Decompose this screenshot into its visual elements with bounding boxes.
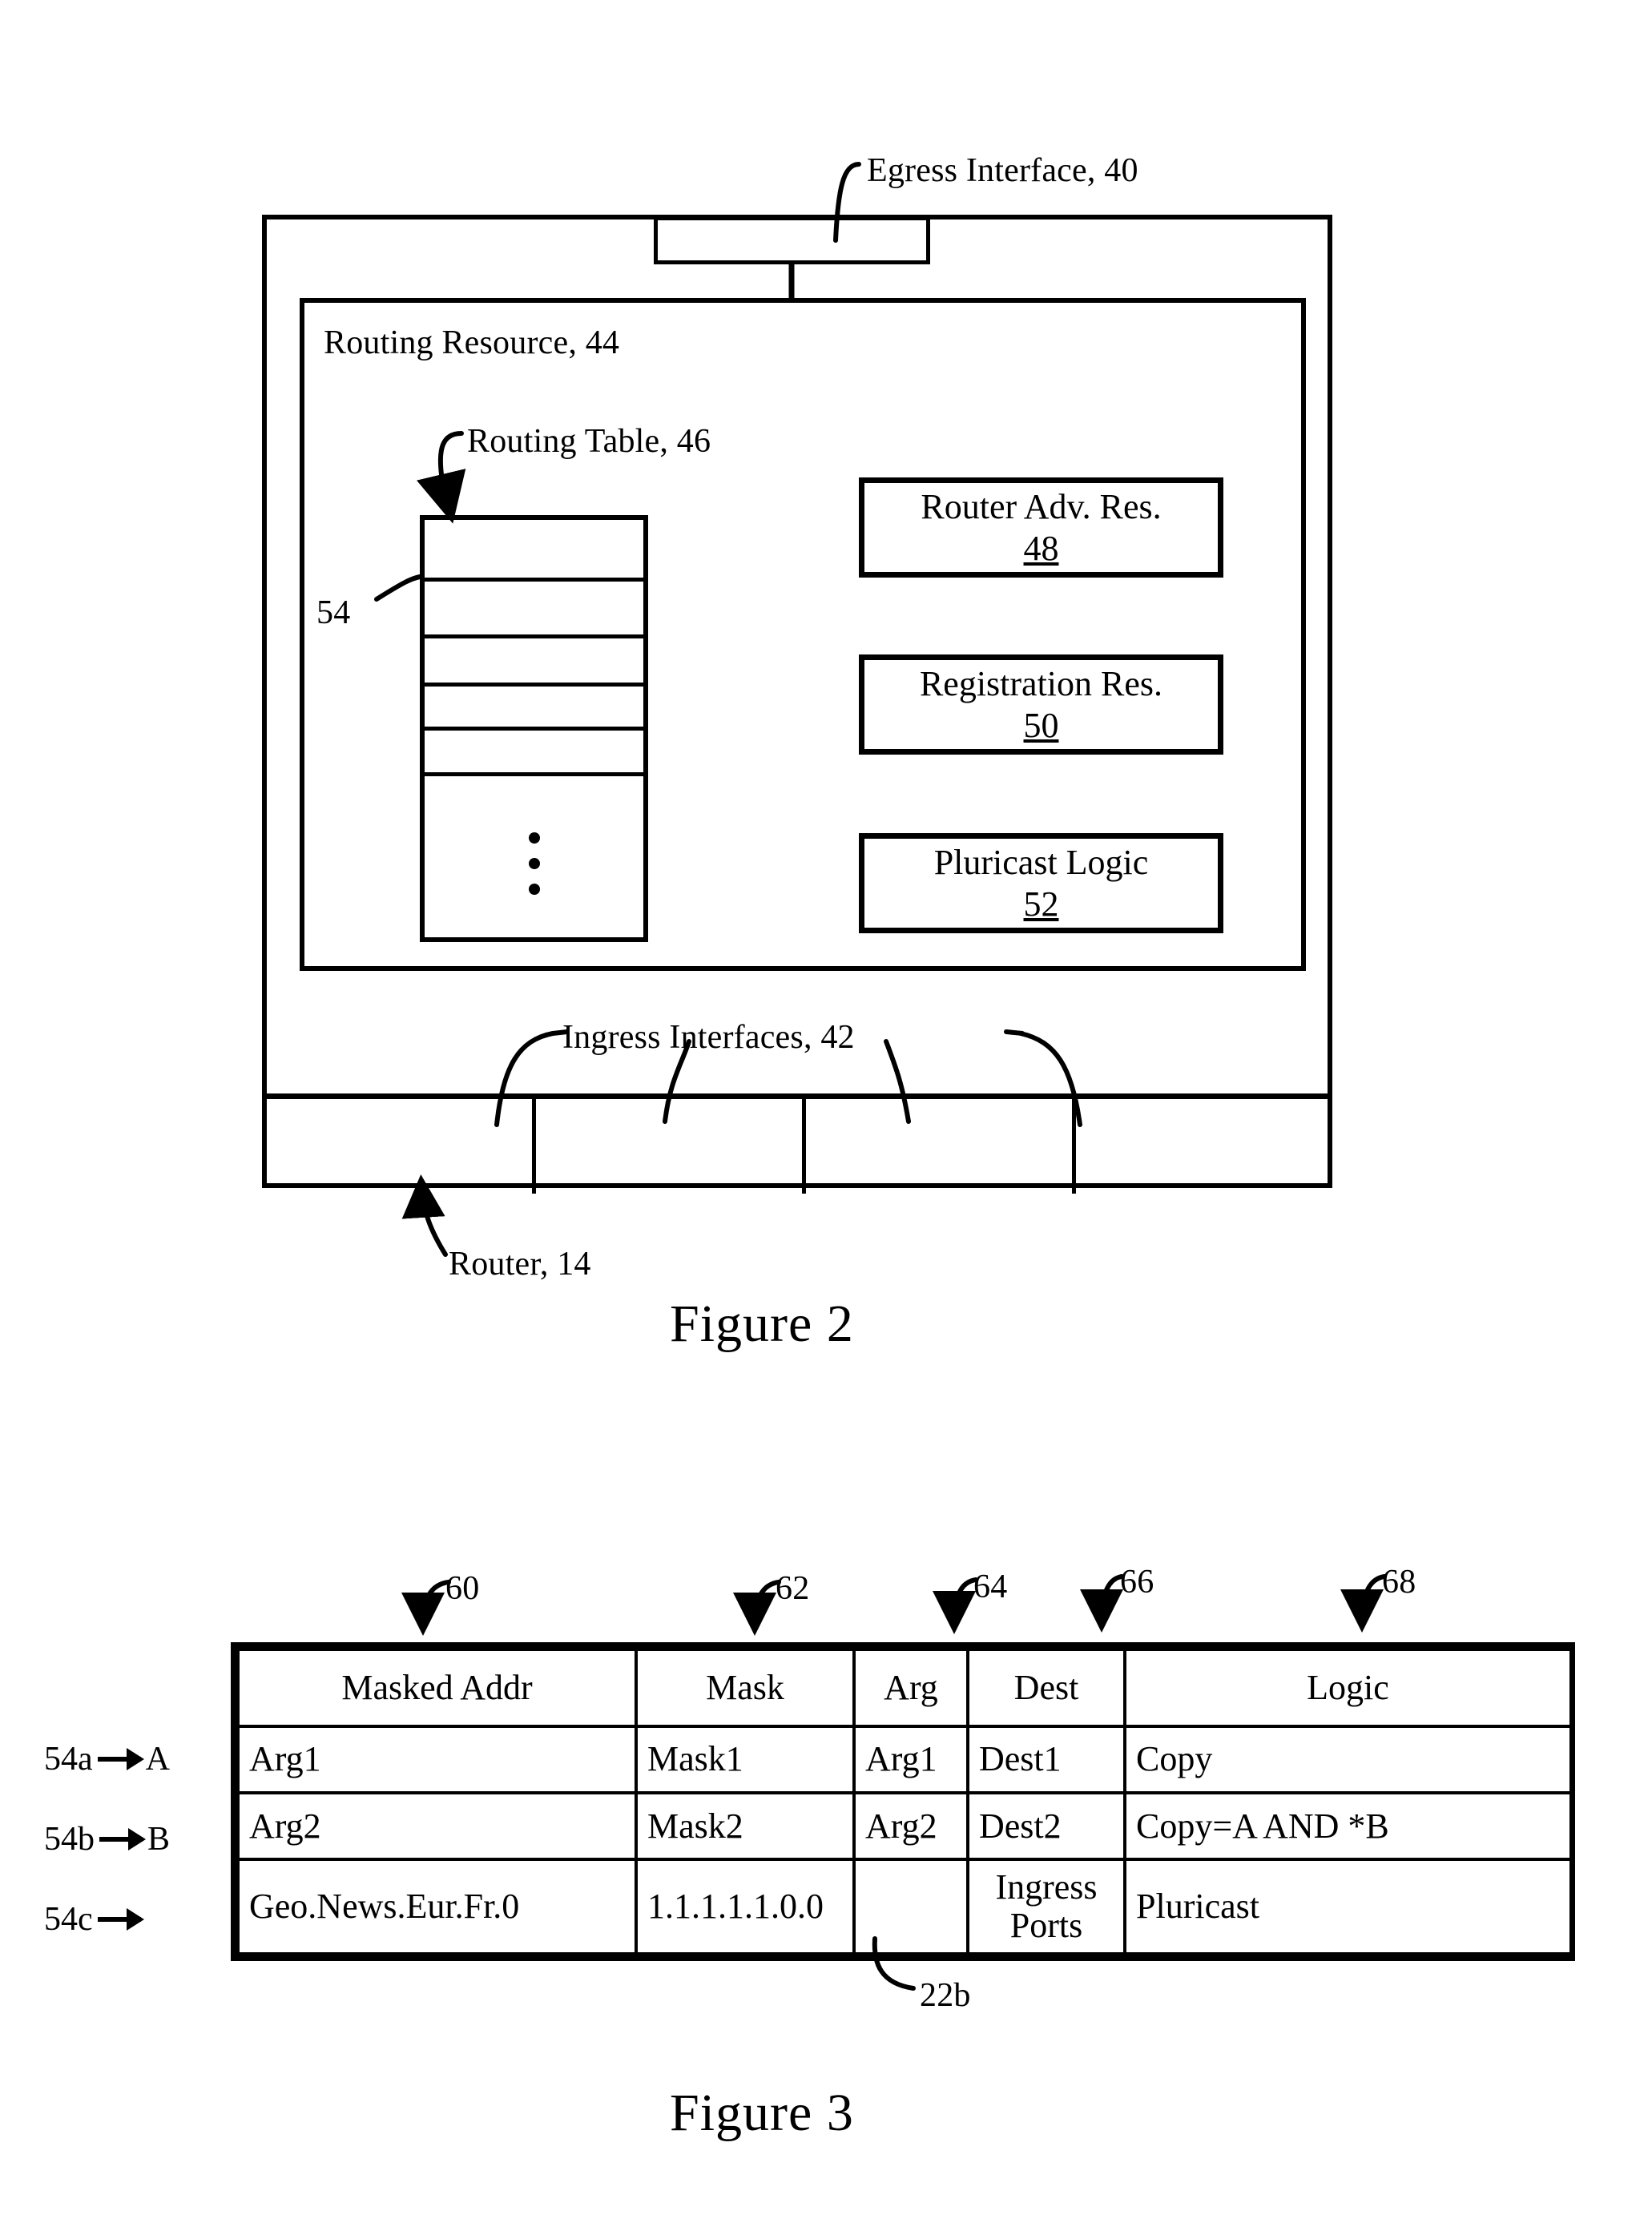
routing-entry-table: Masked Addr Mask Arg Dest Logic Arg1 Mas… <box>236 1648 1573 1955</box>
ingress-port-separator <box>802 1099 806 1194</box>
cell-mask: Mask2 <box>635 1791 856 1862</box>
table-header-row: Masked Addr Mask Arg Dest Logic <box>236 1648 1573 1728</box>
column-header-masked-addr: Masked Addr <box>236 1648 638 1728</box>
cell-logic: Copy <box>1123 1724 1573 1795</box>
routing-table-divider <box>425 578 643 582</box>
egress-interface-box <box>654 216 930 264</box>
routing-table-divider <box>425 634 643 638</box>
row-callout-54b-ref: 54b <box>44 1821 95 1858</box>
row-callout-54b: 54b B <box>44 1820 170 1859</box>
cell-mask: Mask1 <box>635 1724 856 1795</box>
row-callout-54a-letter: A <box>145 1741 170 1778</box>
column-header-dest: Dest <box>966 1648 1126 1728</box>
row-callout-54a: 54a A <box>44 1740 170 1778</box>
router-adv-res-label: Router Adv. Res. <box>921 486 1162 526</box>
cell-arg: Arg2 <box>852 1791 969 1862</box>
column-callout-66: 66 <box>1120 1564 1154 1601</box>
cell-masked-addr: Geo.News.Eur.Fr.0 <box>236 1858 638 1955</box>
column-callout-68: 68 <box>1382 1564 1416 1601</box>
table-row: Arg2 Mask2 Arg2 Dest2 Copy=A AND *B <box>236 1791 1573 1862</box>
routing-table-callout-label: Routing Table, 46 <box>467 423 711 460</box>
routing-resource-label: Routing Resource, 44 <box>324 324 620 361</box>
callout-64-arrow <box>933 1577 978 1634</box>
right-arrow-icon <box>97 1748 144 1770</box>
cell-logic: Pluricast <box>1123 1858 1573 1955</box>
figure-2-caption: Figure 2 <box>670 1295 854 1353</box>
table-callout-22b: 22b <box>920 1977 971 2014</box>
cell-dest-line1: Ingress <box>995 1867 1098 1907</box>
row-callout-54a-ref: 54a <box>44 1741 93 1778</box>
registration-res-number: 50 <box>1023 705 1059 745</box>
column-callout-62: 62 <box>776 1570 810 1607</box>
cell-dest: Dest1 <box>966 1724 1126 1795</box>
router-leader-line <box>401 1174 448 1257</box>
cell-arg: Arg1 <box>852 1724 969 1795</box>
callout-68-arrow <box>1340 1574 1387 1633</box>
cell-logic: Copy=A AND *B <box>1123 1791 1573 1862</box>
cell-dest: Ingress Ports <box>966 1858 1126 1955</box>
table-row: Arg1 Mask1 Arg1 Dest1 Copy <box>236 1724 1573 1795</box>
routing-table-divider <box>425 772 643 776</box>
row-callout-54b-letter: B <box>147 1821 171 1858</box>
pluricast-logic-number: 52 <box>1023 884 1059 924</box>
cell-masked-addr: Arg2 <box>236 1791 638 1862</box>
ingress-interfaces-band <box>262 1093 1332 1194</box>
row-callout-54c: 54c <box>44 1900 146 1939</box>
router-callout-label: Router, 14 <box>449 1246 591 1283</box>
pluricast-logic-label: Pluricast Logic <box>933 842 1149 882</box>
pluricast-routing-table: Masked Addr Mask Arg Dest Logic Arg1 Mas… <box>231 1642 1575 1961</box>
cell-mask: 1.1.1.1.1.0.0 <box>635 1858 856 1955</box>
right-arrow-icon <box>99 1828 146 1850</box>
column-callout-60: 60 <box>445 1570 480 1607</box>
patent-figure-page: Routing Resource, 44 Routing Table, 46 5… <box>0 0 1652 2223</box>
ingress-port-separator <box>532 1099 536 1194</box>
pluricast-logic-box: Pluricast Logic 52 <box>859 833 1223 933</box>
column-header-logic: Logic <box>1123 1648 1573 1728</box>
router-adv-res-number: 48 <box>1023 528 1059 568</box>
cell-dest-line2: Ports <box>1009 1906 1083 1946</box>
table-entry-callout-label: 54 <box>316 594 351 631</box>
registration-res-box: Registration Res. 50 <box>859 654 1223 755</box>
routing-table-divider <box>425 683 643 687</box>
cell-arg <box>852 1858 969 1955</box>
column-callout-64: 64 <box>973 1569 1008 1605</box>
cell-masked-addr: Arg1 <box>236 1724 638 1795</box>
right-arrow-icon <box>97 1908 144 1931</box>
vertical-ellipsis-icon <box>528 832 540 895</box>
column-header-mask: Mask <box>635 1648 856 1728</box>
egress-interface-callout-label: Egress Interface, 40 <box>867 152 1138 189</box>
column-header-arg: Arg <box>852 1648 969 1728</box>
row-callout-54c-ref: 54c <box>44 1901 93 1938</box>
ingress-interfaces-callout-label: Ingress Interfaces, 42 <box>562 1019 855 1056</box>
cell-dest: Dest2 <box>966 1791 1126 1862</box>
callout-66-arrow <box>1080 1574 1124 1633</box>
routing-table-divider <box>425 727 643 731</box>
ingress-port-separator <box>1072 1099 1076 1194</box>
table-row: Geo.News.Eur.Fr.0 1.1.1.1.1.0.0 Ingress … <box>236 1858 1573 1955</box>
figure-3-caption: Figure 3 <box>670 2084 854 2142</box>
registration-res-label: Registration Res. <box>919 663 1163 703</box>
routing-table-stack <box>420 515 648 942</box>
router-adv-res-box: Router Adv. Res. 48 <box>859 477 1223 578</box>
